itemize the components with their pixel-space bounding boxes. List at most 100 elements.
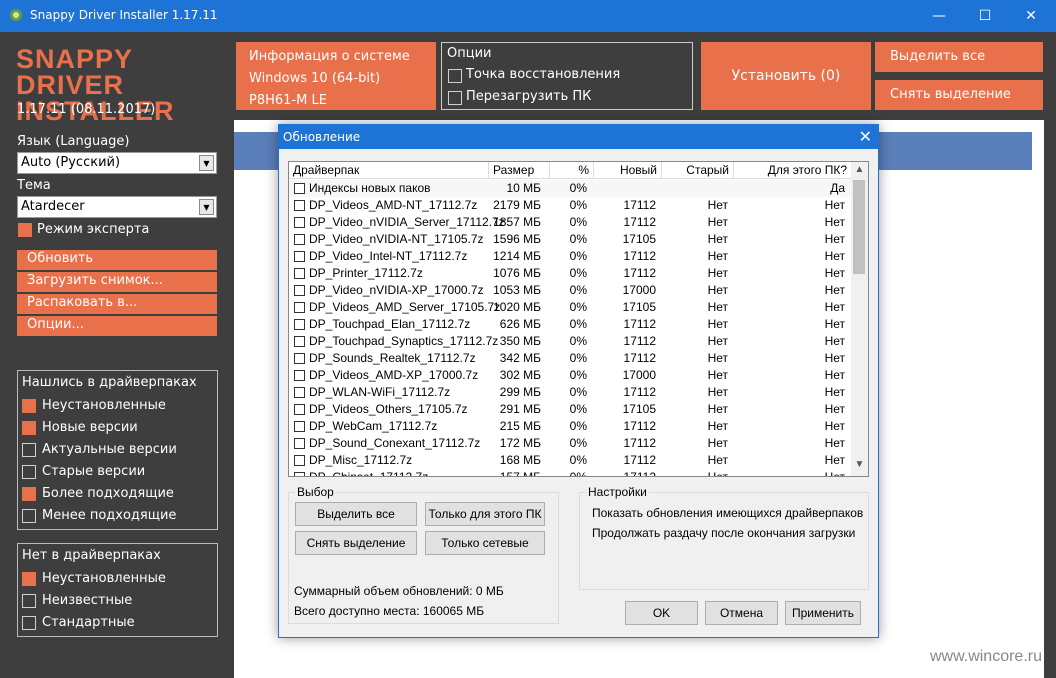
table-row[interactable]: Индексы новых паков 10 МБ 0% Да <box>289 180 852 197</box>
row-checkbox[interactable] <box>294 200 305 211</box>
row-checkbox[interactable] <box>294 336 305 347</box>
row-checkbox[interactable] <box>294 387 305 398</box>
cancel-button[interactable]: Отмена <box>705 601 778 625</box>
filter-checkbox[interactable] <box>22 509 36 523</box>
only-this-pc-button[interactable]: Только для этого ПК <box>425 502 545 526</box>
extract-to-button[interactable]: Распаковать в... <box>17 294 217 314</box>
table-row[interactable]: DP_Video_Intel-NT_17112.7z 1214 МБ 0% 17112… <box>289 248 852 265</box>
cell-forpc: Нет <box>824 283 845 297</box>
row-checkbox[interactable] <box>294 302 305 313</box>
sysinfo-os: Windows 10 (64-bit) <box>249 71 381 86</box>
column-header[interactable]: Размер <box>489 162 550 179</box>
only-network-button[interactable]: Только сетевые <box>425 531 545 555</box>
system-info-panel[interactable]: Информация о системе Windows 10 (64-bit)… <box>236 42 436 110</box>
filter-label: Стандартные <box>42 615 135 630</box>
filter-checkbox[interactable] <box>22 465 36 479</box>
row-checkbox[interactable] <box>294 251 305 262</box>
column-header[interactable]: Драйверпак <box>289 162 489 179</box>
row-checkbox[interactable] <box>294 472 305 476</box>
row-checkbox[interactable] <box>294 353 305 364</box>
scroll-thumb[interactable] <box>853 180 865 274</box>
table-row[interactable]: DP_WebCam_17112.7z 215 МБ 0% 17112 Нет Нет <box>289 418 852 435</box>
table-row[interactable]: DP_Videos_AMD-NT_17112.7z 2179 МБ 0% 17112 Н… <box>289 197 852 214</box>
column-header[interactable]: Новый <box>594 162 662 179</box>
cell-new: 17000 <box>622 283 656 297</box>
options-button[interactable]: Опции... <box>17 316 217 336</box>
table-row[interactable]: DP_Sounds_Realtek_17112.7z 342 МБ 0% 17112 Н… <box>289 350 852 367</box>
install-button[interactable]: Установить (0) <box>701 42 871 110</box>
table-row[interactable]: DP_Videos_AMD_Server_17105.7z 1020 МБ 0% 17… <box>289 299 852 316</box>
row-checkbox[interactable] <box>294 421 305 432</box>
row-checkbox[interactable] <box>294 183 305 194</box>
language-select[interactable]: Auto (Русский) ▼ <box>17 152 217 174</box>
close-button[interactable]: ✕ <box>1008 0 1054 32</box>
scroll-up-icon[interactable]: ▲ <box>851 164 868 181</box>
table-row[interactable]: DP_Video_nVIDIA-NT_17105.7z 1596 МБ 0% 1710… <box>289 231 852 248</box>
dialog-close-icon[interactable]: ✕ <box>859 127 872 146</box>
cell-name: Индексы новых паков <box>309 181 431 195</box>
cell-name: DP_Videos_Others_17105.7z <box>309 402 468 416</box>
reboot-checkbox[interactable] <box>448 91 462 105</box>
select-all-button[interactable]: Выделить все <box>875 42 1043 72</box>
minimize-button[interactable]: — <box>916 0 962 32</box>
restore-point-checkbox[interactable] <box>448 69 462 83</box>
apply-button[interactable]: Применить <box>785 601 861 625</box>
version-label: 1.17.11 (08.11.2017) <box>17 102 156 117</box>
dialog-select-all-button[interactable]: Выделить все <box>295 502 417 526</box>
table-row[interactable]: DP_Videos_AMD-XP_17000.7z 302 МБ 0% 17000 Не… <box>289 367 852 384</box>
group-title: Нашлись в драйверпаках <box>22 375 197 390</box>
expert-mode-checkbox[interactable] <box>18 223 32 237</box>
window-title: Snappy Driver Installer 1.17.11 <box>30 8 218 22</box>
row-checkbox[interactable] <box>294 319 305 330</box>
setting-show-updates[interactable]: Показать обновления имеющихся драйверпак… <box>592 506 863 520</box>
row-checkbox[interactable] <box>294 217 305 228</box>
table-row[interactable]: DP_Chipset_17112.7z 157 МБ 0% 17112 Нет Нет <box>289 469 852 476</box>
row-checkbox[interactable] <box>294 455 305 466</box>
row-checkbox[interactable] <box>294 268 305 279</box>
cell-forpc: Нет <box>824 334 845 348</box>
table-row[interactable]: DP_Touchpad_Elan_17112.7z 626 МБ 0% 17112 Не… <box>289 316 852 333</box>
list-scrollbar[interactable]: ▲ ▼ <box>851 162 868 476</box>
cell-forpc: Нет <box>824 419 845 433</box>
theme-select[interactable]: Atardecer ▼ <box>17 196 217 218</box>
cell-size: 299 МБ <box>499 385 541 399</box>
refresh-button[interactable]: Обновить <box>17 250 217 270</box>
table-row[interactable]: DP_Misc_17112.7z 168 МБ 0% 17112 Нет Нет <box>289 452 852 469</box>
row-checkbox[interactable] <box>294 285 305 296</box>
row-checkbox[interactable] <box>294 438 305 449</box>
row-checkbox[interactable] <box>294 370 305 381</box>
filter-checkbox[interactable] <box>22 399 36 413</box>
dialog-title-bar: Обновление ✕ <box>279 125 878 149</box>
table-row[interactable]: DP_Video_nVIDIA-XP_17000.7z 1053 МБ 0% 1700… <box>289 282 852 299</box>
filter-checkbox[interactable] <box>22 487 36 501</box>
filter-checkbox[interactable] <box>22 421 36 435</box>
load-snapshot-button[interactable]: Загрузить снимок... <box>17 272 217 292</box>
dialog-deselect-button[interactable]: Снять выделение <box>295 531 417 555</box>
column-header[interactable]: % <box>550 162 594 179</box>
setting-continue-seeding[interactable]: Продолжать раздачу после окончания загру… <box>592 526 855 540</box>
table-row[interactable]: DP_Videos_Others_17105.7z 291 МБ 0% 17105 Не… <box>289 401 852 418</box>
table-row[interactable]: DP_Touchpad_Synaptics_17112.7z 350 МБ 0% 17… <box>289 333 852 350</box>
row-checkbox[interactable] <box>294 234 305 245</box>
filter-checkbox[interactable] <box>22 572 36 586</box>
cell-size: 350 МБ <box>499 334 541 348</box>
filter-checkbox[interactable] <box>22 616 36 630</box>
table-row[interactable]: DP_Printer_17112.7z 1076 МБ 0% 17112 Нет Нет <box>289 265 852 282</box>
cell-pct: 0% <box>569 334 587 348</box>
column-header[interactable]: Для этого ПК? <box>734 162 852 179</box>
column-header[interactable]: Старый <box>662 162 734 179</box>
cell-new: 17112 <box>623 249 656 263</box>
deselect-button[interactable]: Снять выделение <box>875 80 1043 110</box>
driverpack-list[interactable]: Драйверпак Размер % Новый Старый Для это… <box>288 161 869 477</box>
cell-size: 10 МБ <box>506 181 541 195</box>
ok-button[interactable]: OK <box>625 601 698 625</box>
scroll-down-icon[interactable]: ▼ <box>851 459 868 476</box>
table-row[interactable]: DP_WLAN-WiFi_17112.7z 299 МБ 0% 17112 Нет Нет <box>289 384 852 401</box>
table-row[interactable]: DP_Sound_Conexant_17112.7z 172 МБ 0% 17112 Н… <box>289 435 852 452</box>
maximize-button[interactable]: ☐ <box>962 0 1008 32</box>
cell-new: 17105 <box>622 300 656 314</box>
filter-checkbox[interactable] <box>22 594 36 608</box>
filter-checkbox[interactable] <box>22 443 36 457</box>
table-row[interactable]: DP_Video_nVIDIA_Server_17112.7z 1857 МБ 0%… <box>289 214 852 231</box>
row-checkbox[interactable] <box>294 404 305 415</box>
